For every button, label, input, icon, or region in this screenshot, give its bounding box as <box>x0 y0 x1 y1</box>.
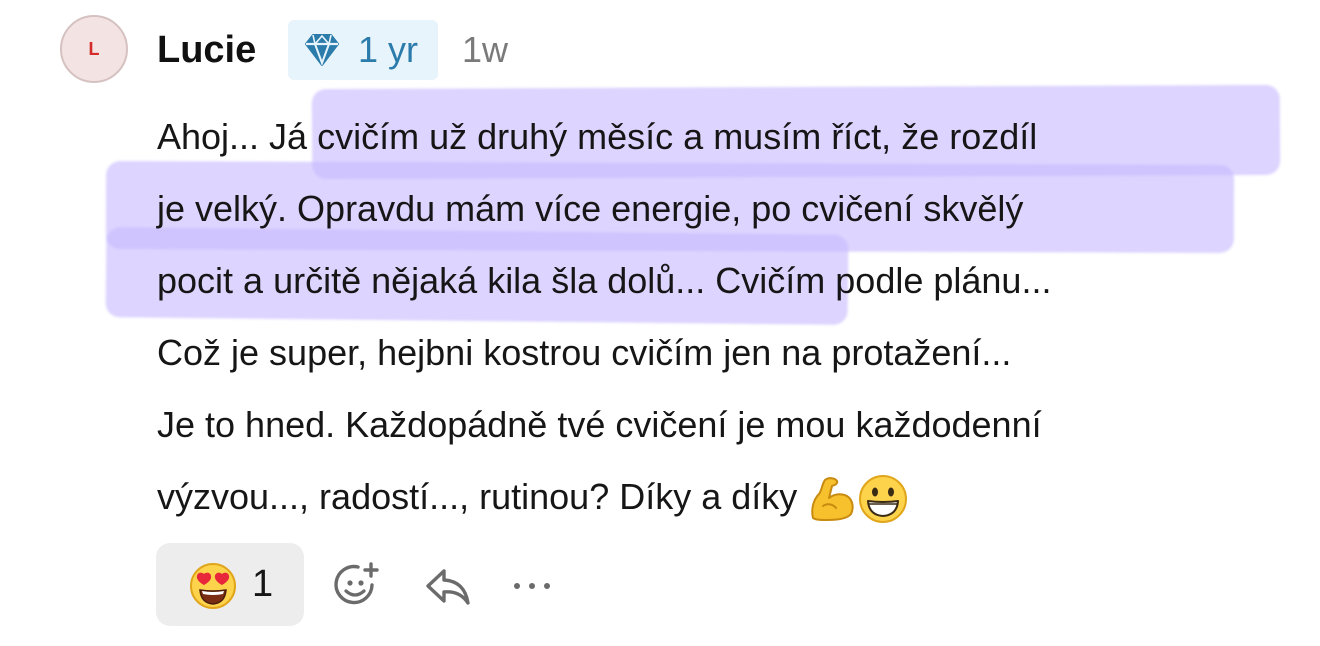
more-options-icon[interactable] <box>512 578 552 594</box>
add-reaction-icon[interactable] <box>332 561 382 611</box>
comment-line: je velký. Opravdu mám více energie, po c… <box>157 188 1024 229</box>
timestamp[interactable]: 1w <box>462 29 508 71</box>
reply-icon[interactable] <box>424 565 472 609</box>
flexed-biceps-emoji <box>811 477 854 522</box>
diamond-icon <box>305 34 339 66</box>
comment-line: výzvou..., radostí..., rutinou? Díky a d… <box>157 476 798 517</box>
membership-badge: 1 yr <box>288 20 438 80</box>
comment-line-last: výzvou..., radostí..., rutinou? Díky a d… <box>157 461 1297 533</box>
heart-eyes-emoji <box>190 563 236 609</box>
comment-line: Je to hned. Každopádně tvé cvičení je mo… <box>157 404 1042 445</box>
badge-label: 1 yr <box>358 29 419 70</box>
reaction-chip[interactable] <box>156 543 304 626</box>
avatar-initial: L <box>88 39 100 59</box>
author-name[interactable]: Lucie <box>157 27 256 73</box>
comment-line: pocit a určitě nějaká kila šla dolů... C… <box>157 260 1052 301</box>
comment-body: Ahoj... Já cvičím už druhý měsíc a musím… <box>157 101 1297 533</box>
comment-line: Což je super, hejbni kostrou cvičím jen … <box>157 332 1012 373</box>
grinning-face-emoji <box>859 475 908 524</box>
avatar[interactable]: L <box>60 15 128 83</box>
comment-line: Ahoj... Já cvičím už druhý měsíc a musím… <box>157 116 1038 157</box>
